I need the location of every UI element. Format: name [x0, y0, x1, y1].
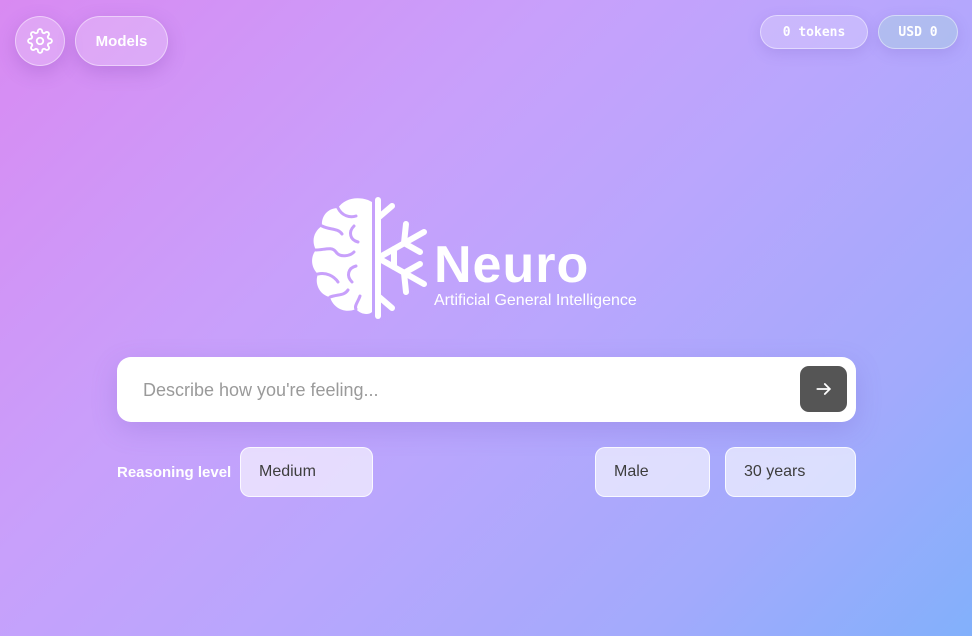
models-button-label: Models	[95, 32, 148, 50]
age-value: 30 years	[744, 463, 806, 480]
reasoning-level-label: Reasoning level	[117, 464, 232, 481]
usd-balance-badge: USD 0	[878, 15, 958, 49]
usd-balance-label: USD 0	[898, 24, 938, 40]
models-button[interactable]: Models	[75, 16, 168, 66]
settings-button[interactable]	[15, 16, 65, 66]
reasoning-level-value: Medium	[259, 463, 316, 480]
token-counter-badge: 0 tokens	[760, 15, 868, 49]
token-counter-label: 0 tokens	[782, 24, 846, 40]
gender-select[interactable]: Male	[595, 447, 710, 497]
feeling-input-container	[117, 357, 856, 424]
brand-tagline: Artificial General Intelligence	[434, 292, 637, 309]
send-button[interactable]	[800, 366, 847, 412]
brain-snowflake-logo	[312, 197, 427, 319]
arrow-right-icon	[815, 383, 831, 395]
brand-name: Neuro	[434, 236, 590, 294]
reasoning-level-select[interactable]: Medium	[240, 447, 373, 497]
feeling-input[interactable]	[141, 357, 795, 424]
gender-value: Male	[614, 463, 649, 480]
age-select[interactable]: 30 years	[725, 447, 856, 497]
gear-icon	[27, 28, 53, 54]
